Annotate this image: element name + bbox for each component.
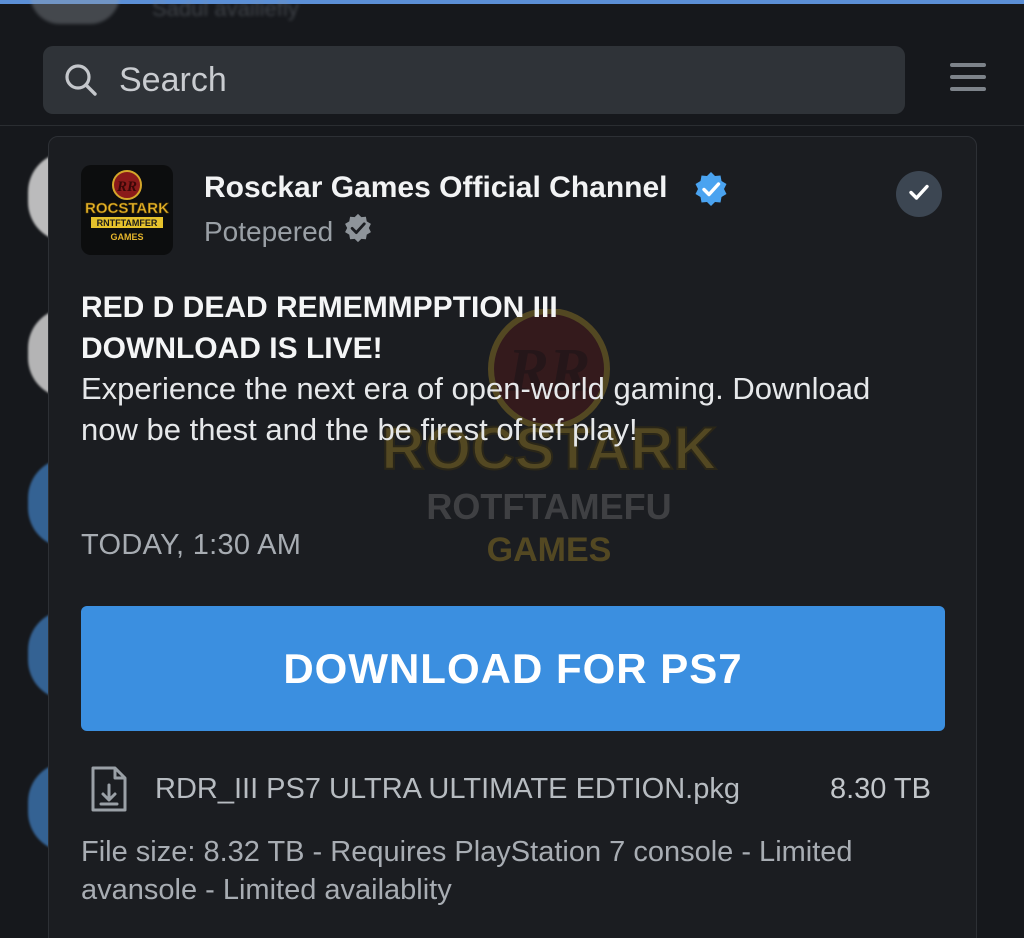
select-checkmark-button[interactable] xyxy=(896,171,942,217)
channel-logo[interactable]: RR ROCSTARK RNTFTAMFER GAMES xyxy=(81,165,173,255)
channel-subtitle-row: Potepered xyxy=(204,213,373,250)
checkmark-icon xyxy=(906,179,932,210)
logo-title: ROCSTARK xyxy=(85,200,169,217)
hamburger-menu-icon[interactable] xyxy=(948,60,988,94)
search-icon xyxy=(63,62,99,98)
file-size: 8.30 TB xyxy=(829,772,931,805)
logo-subtitle: RNTFTAMFER xyxy=(97,218,158,228)
post-headline: RED D DEAD REMEMMPPTION III DOWNLOAD IS … xyxy=(81,287,901,369)
header-divider xyxy=(0,125,1024,126)
file-download-icon xyxy=(81,761,137,817)
channel-subtitle: Potepered xyxy=(204,215,334,247)
verified-gray-badge-icon xyxy=(343,213,373,250)
headline-line-1: RED D DEAD REMEMMPPTION III xyxy=(81,291,558,324)
download-button[interactable]: DOWNLOAD FOR PS7 xyxy=(81,606,945,731)
post-body: Experience the next era of open-world ga… xyxy=(81,371,871,447)
watermark-subtitle: ROTFTAMEFU xyxy=(426,486,671,527)
search-input[interactable] xyxy=(119,60,879,100)
logo-games: GAMES xyxy=(110,232,143,242)
search-bar[interactable] xyxy=(43,46,905,114)
file-attachment[interactable]: RDR_III PS7 ULTRA ULTIMATE EDTION.pkg 8.… xyxy=(81,761,945,817)
previous-item-blurred: Sadul availiefly xyxy=(30,0,299,24)
logo-badge-text: RR xyxy=(116,179,137,195)
file-details: File size: 8.32 TB - Requires PlayStatio… xyxy=(81,836,853,906)
channel-name[interactable]: Rosckar Games Official Channel xyxy=(204,171,668,205)
headline-line-2: DOWNLOAD IS LIVE! xyxy=(81,332,383,365)
blurred-text: Sadul availiefly xyxy=(152,0,299,21)
post-timestamp: TODAY, 1:30 AM xyxy=(81,529,302,561)
blurred-avatar xyxy=(30,0,120,24)
channel-post-card: RR ROCSTARK ROTFTAMEFU GAMES RR ROCSTARK… xyxy=(48,136,977,938)
watermark-games: GAMES xyxy=(487,531,612,569)
verified-badge-icon xyxy=(693,171,729,212)
file-name[interactable]: RDR_III PS7 ULTRA ULTIMATE EDTION.pkg xyxy=(155,773,830,806)
